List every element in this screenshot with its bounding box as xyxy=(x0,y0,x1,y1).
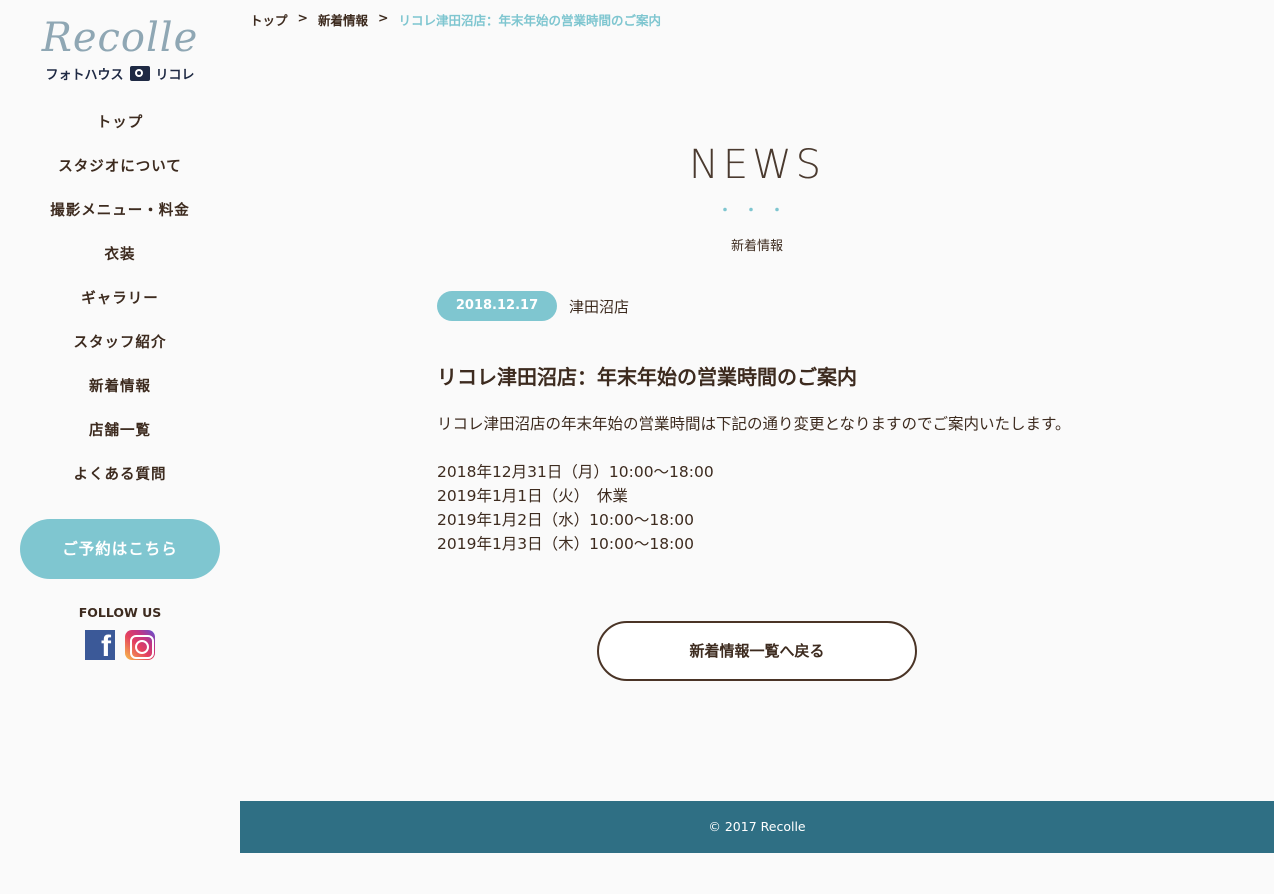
nav-item-faq[interactable]: よくある質問 xyxy=(0,453,240,497)
logo-sub-left: フォトハウス xyxy=(45,68,124,83)
breadcrumb: トップ > 新着情報 > リコレ津田沼店：年末年始の営業時間のご案内 xyxy=(250,10,661,29)
breadcrumb-separator: > xyxy=(378,10,389,25)
page-title: NEWS xyxy=(688,142,826,188)
nav-item-news[interactable]: 新着情報 xyxy=(0,365,240,409)
article-body: リコレ津田沼店の年末年始の営業時間は下記の通り変更となりますのでご案内いたします… xyxy=(437,412,1077,556)
hours-line: 2019年1月2日（水）10:00～18:00 xyxy=(437,511,695,529)
facebook-icon[interactable]: f xyxy=(85,630,115,663)
follow-us-label: FOLLOW US xyxy=(78,605,162,620)
camera-icon xyxy=(129,66,150,81)
date-badge: 2018.12.17 xyxy=(437,291,557,321)
facebook-glyph: f xyxy=(101,630,111,663)
nav-item-about-studio[interactable]: スタジオについて xyxy=(0,145,240,189)
main-nav: トップ スタジオについて 撮影メニュー・料金 衣装 ギャラリー スタッフ紹介 新… xyxy=(0,101,240,497)
nav-item-staff[interactable]: スタッフ紹介 xyxy=(0,321,240,365)
logo-script: Recolle xyxy=(41,15,199,61)
hours-line: 2018年12月31日（月）10:00～18:00 xyxy=(437,463,714,481)
nav-item-top[interactable]: トップ xyxy=(0,101,240,145)
logo-sub-right: リコレ xyxy=(155,68,195,83)
social-links: f xyxy=(85,630,155,663)
breadcrumb-current: リコレ津田沼店：年末年始の営業時間のご案内 xyxy=(398,13,662,28)
article-title: リコレ津田沼店：年末年始の営業時間のご案内 xyxy=(437,365,857,389)
article-intro: リコレ津田沼店の年末年始の営業時間は下記の通り変更となりますのでご案内いたします… xyxy=(437,415,1071,433)
logo[interactable]: Recolle フォトハウス リコレ xyxy=(40,16,200,88)
hours-list: 2018年12月31日（月）10:00～18:00 2019年1月1日（火） 休… xyxy=(437,460,1077,556)
logo-subtitle: フォトハウス リコレ xyxy=(40,64,200,83)
nav-item-stores[interactable]: 店舗一覧 xyxy=(0,409,240,453)
copyright: © 2017 Recolle xyxy=(708,819,806,834)
nav-item-gallery[interactable]: ギャラリー xyxy=(0,277,240,321)
sidebar: Recolle フォトハウス リコレ トップ スタジオについて 撮影メニュー・料… xyxy=(0,0,240,894)
breadcrumb-home[interactable]: トップ xyxy=(250,10,288,29)
breadcrumb-news[interactable]: 新着情報 xyxy=(318,10,368,29)
reserve-button[interactable]: ご予約はこちら xyxy=(20,519,220,579)
hours-line: 2019年1月3日（木）10:00～18:00 xyxy=(437,535,695,553)
nav-item-menu-price[interactable]: 撮影メニュー・料金 xyxy=(0,189,240,233)
page-subtitle: 新着情報 xyxy=(730,239,783,254)
instagram-icon[interactable] xyxy=(125,630,155,660)
hours-line: 2019年1月1日（火） 休業 xyxy=(437,487,628,505)
nav-item-costume[interactable]: 衣装 xyxy=(0,233,240,277)
back-to-news-button[interactable]: 新着情報一覧へ戻る xyxy=(597,621,917,681)
breadcrumb-separator: > xyxy=(297,10,308,25)
article-meta: 2018.12.17 津田沼店 xyxy=(437,291,629,321)
footer: © 2017 Recolle xyxy=(240,801,1274,853)
title-dots: ・・・ xyxy=(718,203,796,219)
store-tag: 津田沼店 xyxy=(569,297,630,316)
